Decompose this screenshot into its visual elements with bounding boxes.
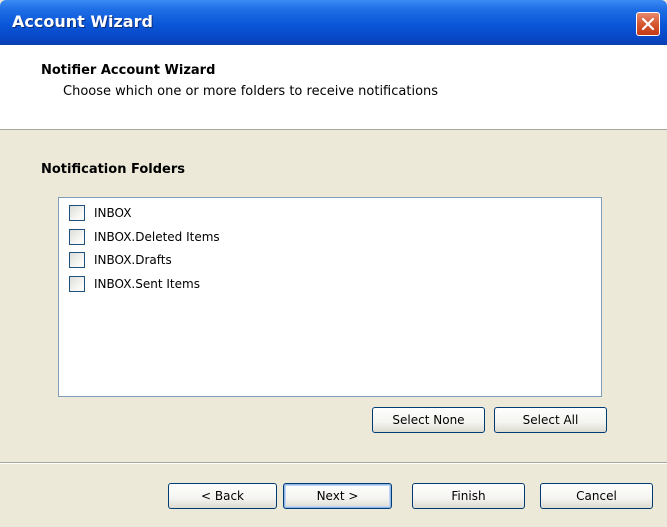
next-button[interactable]: Next > [283,483,392,509]
cancel-button[interactable]: Cancel [540,483,653,509]
folder-label: INBOX.Drafts [94,253,172,267]
footer-separator [0,462,667,464]
list-item[interactable]: INBOX.Deleted Items [69,227,220,247]
finish-button[interactable]: Finish [412,483,525,509]
list-item[interactable]: INBOX.Drafts [69,250,172,270]
folder-checkbox[interactable] [69,205,85,221]
folder-label: INBOX [94,206,132,220]
folder-label: INBOX.Deleted Items [94,230,220,244]
wizard-subtitle: Choose which one or more folders to rece… [63,84,439,99]
notification-folders-label: Notification Folders [41,162,185,177]
title-bar[interactable]: Account Wizard [0,0,667,45]
folder-checkbox[interactable] [69,276,85,292]
folder-label: INBOX.Sent Items [94,277,200,291]
folder-checkbox[interactable] [69,229,85,245]
back-button[interactable]: < Back [168,483,277,509]
close-icon [641,17,655,31]
wizard-title: Notifier Account Wizard [41,63,216,78]
list-item[interactable]: INBOX.Sent Items [69,274,200,294]
close-button[interactable] [636,12,660,36]
list-item[interactable]: INBOX [69,203,131,223]
wizard-header: Notifier Account Wizard Choose which one… [0,45,667,130]
account-wizard-window: Account Wizard Notifier Account Wizard C… [0,0,667,527]
folder-list[interactable]: INBOX INBOX.Deleted Items INBOX.Drafts I… [58,197,602,397]
folder-checkbox[interactable] [69,252,85,268]
select-all-button[interactable]: Select All [494,407,607,433]
window-title: Account Wizard [12,12,153,31]
select-none-button[interactable]: Select None [372,407,485,433]
